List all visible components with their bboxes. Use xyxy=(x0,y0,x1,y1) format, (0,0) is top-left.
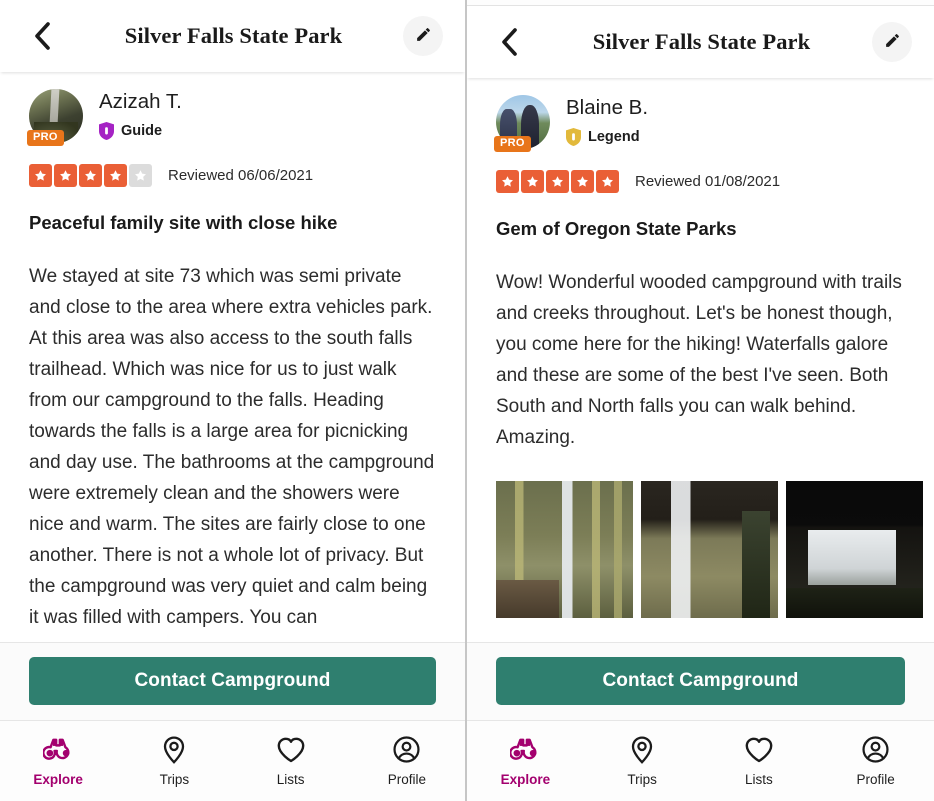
shield-badge-icon xyxy=(566,127,581,146)
bottom-tab-bar-left: Explore Trips Lists Profile xyxy=(0,720,465,801)
star-icon-filled xyxy=(496,170,519,193)
review-photo-gallery xyxy=(496,481,923,619)
star-icon-filled xyxy=(79,164,102,187)
star-icon-filled xyxy=(521,170,544,193)
app-header-left: Silver Falls State Park xyxy=(0,0,465,72)
star-icon-filled xyxy=(104,164,127,187)
heart-icon xyxy=(277,736,305,764)
tab-lists[interactable]: Lists xyxy=(233,736,349,787)
app-header-right: Silver Falls State Park xyxy=(467,6,934,78)
reviewer-name: Azizah T. xyxy=(99,90,182,113)
bottom-tab-bar-right: Explore Trips Lists Profile xyxy=(467,720,934,801)
review-body: We stayed at site 73 which was semi priv… xyxy=(29,266,440,629)
review-title: Gem of Oregon State Parks xyxy=(496,218,737,239)
pro-tag: PRO xyxy=(494,136,531,152)
pencil-icon xyxy=(415,26,432,46)
reviewed-date: Reviewed 06/06/2021 xyxy=(168,167,314,184)
review-body: Wow! Wonderful wooded campground with tr… xyxy=(496,272,908,449)
reviewed-date: Reviewed 01/08/2021 xyxy=(635,173,781,190)
tab-label: Explore xyxy=(33,771,83,787)
contact-campground-button[interactable]: Contact Campground xyxy=(29,657,436,705)
reviewer-header: PRO Blaine B. Legend xyxy=(494,78,905,152)
avatar[interactable]: PRO xyxy=(27,89,83,146)
shield-badge-icon xyxy=(99,121,114,140)
user-circle-icon xyxy=(862,736,889,764)
back-button[interactable] xyxy=(14,8,70,64)
rating-row: Reviewed 01/08/2021 xyxy=(496,170,905,193)
cta-bar-right: Contact Campground xyxy=(467,642,934,720)
review-photo[interactable] xyxy=(786,481,923,619)
review-scroll-area-left[interactable]: PRO Azizah T. Guide Reviewed 06/06/2021 … xyxy=(0,72,465,642)
review-scroll-area-right[interactable]: PRO Blaine B. Legend Reviewed 01/08/2021… xyxy=(467,78,934,642)
star-icon-filled xyxy=(29,164,52,187)
reviewer-badge-label: Legend xyxy=(588,128,640,145)
tab-profile[interactable]: Profile xyxy=(349,736,465,787)
edit-button[interactable] xyxy=(403,16,443,56)
pro-tag: PRO xyxy=(27,130,64,146)
reviewer-badge-label: Guide xyxy=(121,122,163,139)
tab-lists[interactable]: Lists xyxy=(701,736,818,787)
phone-screen-left: Silver Falls State Park PRO Azizah T. Gu… xyxy=(0,0,467,801)
tab-trips[interactable]: Trips xyxy=(116,735,232,787)
review-title: Peaceful family site with close hike xyxy=(29,212,338,233)
cta-bar-left: Contact Campground xyxy=(0,642,465,720)
map-pin-icon xyxy=(161,735,187,764)
avatar[interactable]: PRO xyxy=(494,95,550,152)
map-pin-icon xyxy=(629,735,655,764)
tab-label: Trips xyxy=(159,771,190,787)
dual-screenshot-stage: Silver Falls State Park PRO Azizah T. Gu… xyxy=(0,0,934,801)
star-rating xyxy=(29,164,152,187)
rating-row: Reviewed 06/06/2021 xyxy=(29,164,436,187)
contact-campground-button[interactable]: Contact Campground xyxy=(496,657,905,705)
review-photo[interactable] xyxy=(641,481,778,619)
pencil-icon xyxy=(884,32,901,52)
page-title: Silver Falls State Park xyxy=(124,23,343,48)
reviewer-name: Blaine B. xyxy=(566,96,649,119)
tab-label: Lists xyxy=(276,771,305,787)
tab-label: Profile xyxy=(387,771,426,787)
chevron-left-icon xyxy=(32,21,52,51)
tab-explore[interactable]: Explore xyxy=(467,736,584,787)
tab-profile[interactable]: Profile xyxy=(817,736,934,787)
star-icon-empty xyxy=(129,164,152,187)
star-icon-filled xyxy=(54,164,77,187)
edit-button[interactable] xyxy=(872,22,912,62)
star-icon-filled xyxy=(571,170,594,193)
tab-label: Lists xyxy=(744,771,773,787)
review-photo[interactable] xyxy=(496,481,633,619)
tab-label: Trips xyxy=(627,771,657,787)
tab-trips[interactable]: Trips xyxy=(584,735,701,787)
back-button[interactable] xyxy=(481,14,537,70)
reviewer-header: PRO Azizah T. Guide xyxy=(27,72,436,146)
tab-label: Explore xyxy=(500,771,551,787)
chevron-left-icon xyxy=(499,27,519,57)
page-title: Silver Falls State Park xyxy=(592,29,811,54)
heart-icon xyxy=(745,736,773,764)
reviewer-badge: Guide xyxy=(99,121,182,140)
tab-explore[interactable]: Explore xyxy=(0,736,116,787)
tab-label: Profile xyxy=(856,771,895,787)
phone-screen-right: Silver Falls State Park PRO Blaine B. Le… xyxy=(467,0,934,801)
star-rating xyxy=(496,170,619,193)
binoculars-icon xyxy=(43,736,73,764)
reviewer-badge: Legend xyxy=(566,127,648,146)
star-icon-filled xyxy=(546,170,569,193)
star-icon-filled xyxy=(596,170,619,193)
binoculars-icon xyxy=(510,736,540,764)
user-circle-icon xyxy=(393,736,420,764)
